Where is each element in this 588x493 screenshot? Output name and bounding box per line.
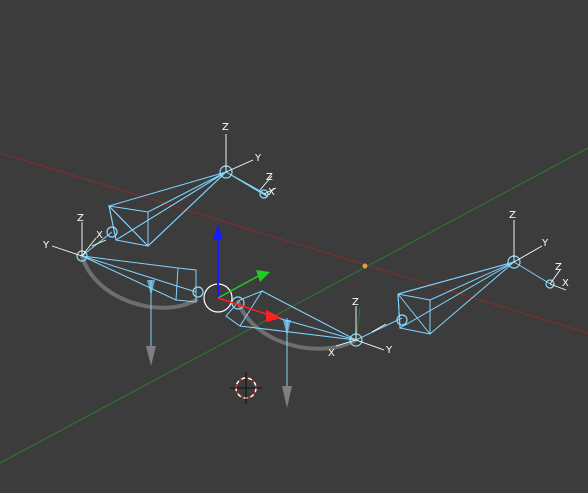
manipulator-y-arrow[interactable]: [256, 270, 270, 282]
axis-gizmo-right: Z Y Z X: [509, 210, 569, 291]
gizmo-label-x: X: [268, 187, 275, 198]
viewport-canvas[interactable]: Z Y Z X Z Y X Z X Y Z Y Z X: [0, 0, 588, 493]
3d-cursor-icon[interactable]: [230, 372, 262, 404]
manipulator-x-arrow[interactable]: [266, 310, 282, 322]
svg-text:Z: Z: [509, 210, 516, 221]
bone-lower-left[interactable]: [175, 267, 197, 303]
axis-gizmo-left: Z Y X: [42, 213, 107, 257]
gizmo-label-y: Y: [254, 153, 262, 164]
3d-viewport[interactable]: Z Y Z X Z Y X Z X Y Z Y Z X: [0, 0, 588, 493]
svg-text:X: X: [328, 348, 335, 359]
manipulator-z-arrow[interactable]: [213, 224, 223, 240]
svg-text:X: X: [96, 230, 103, 241]
svg-text:X: X: [562, 278, 569, 289]
gizmo-label-z-small: Z: [266, 172, 273, 183]
svg-text:Z: Z: [77, 213, 84, 224]
armature-left[interactable]: [76, 165, 269, 366]
armature-right[interactable]: [225, 255, 555, 408]
gizmo-label-z: Z: [222, 122, 229, 133]
svg-text:Z: Z: [352, 297, 359, 308]
bone-upper-right[interactable]: [397, 261, 515, 329]
axis-gizmo-center: Z X Y: [328, 297, 393, 359]
svg-text:Y: Y: [385, 345, 393, 356]
axis-gizmo-top: Z Y Z X: [222, 122, 277, 198]
svg-text:Y: Y: [42, 240, 50, 251]
svg-text:Y: Y: [541, 238, 549, 249]
svg-text:Z: Z: [555, 262, 562, 273]
object-origin-icon[interactable]: [361, 262, 369, 270]
